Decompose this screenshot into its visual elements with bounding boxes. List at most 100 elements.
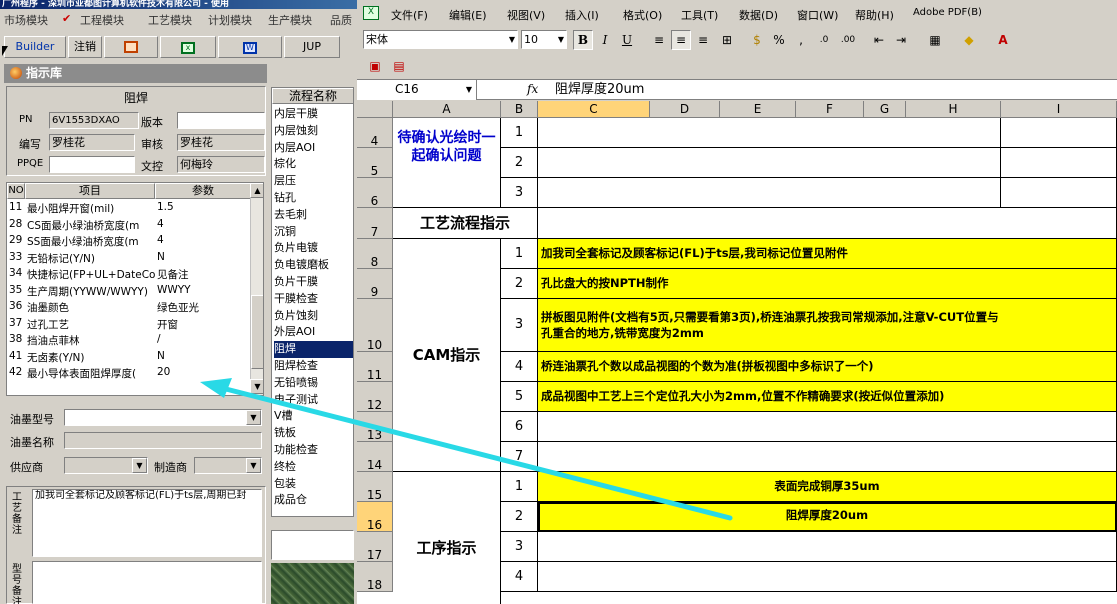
flow-item[interactable]: 负电镀磨板 — [274, 257, 353, 274]
menu-data[interactable]: 数据(D) — [739, 7, 778, 23]
ink-model-select[interactable]: ▼ — [64, 409, 262, 426]
row-header[interactable]: 7 — [357, 208, 393, 239]
flow-item[interactable]: 层压 — [274, 173, 353, 190]
scroll-up-icon[interactable]: ▲ — [250, 183, 263, 198]
cell-c11-cam-item[interactable]: 桥连油票孔个数以成品视图的个数为准(拼板视图中多标识了一个) — [538, 352, 1117, 382]
flow-item[interactable]: 干膜检查 — [274, 291, 353, 308]
flow-item[interactable]: 钻孔 — [274, 190, 353, 207]
excel-app-icon[interactable]: X — [363, 6, 379, 20]
font-name-select[interactable]: 宋体 ▼ — [363, 30, 518, 49]
menu-insert[interactable]: 插入(I) — [565, 7, 599, 23]
menu-process-module[interactable]: 工艺模块 — [148, 12, 192, 28]
version-field[interactable] — [177, 112, 265, 129]
menu-plan-module[interactable]: 计划模块 — [208, 12, 252, 28]
number-cell[interactable]: 4 — [501, 352, 538, 382]
row-header[interactable]: 8 — [357, 239, 393, 269]
ink-name-field[interactable] — [64, 432, 262, 449]
flow-item[interactable]: 阻焊 — [274, 341, 353, 358]
grid-row[interactable]: 28 CS面最小绿油桥宽度(m 4 — [7, 216, 251, 233]
row-header[interactable]: 5 — [357, 148, 393, 178]
cell-c14[interactable] — [538, 442, 1117, 472]
grid-row[interactable]: 34 快捷标记(FP+UL+DateCo 见备注 — [7, 265, 251, 282]
cell-c16-procedure-item-selected[interactable]: 阻焊厚度20um — [538, 502, 1117, 532]
font-color-icon[interactable]: A — [989, 30, 1017, 50]
number-cell[interactable]: 5 — [501, 382, 538, 412]
name-box[interactable]: C16 ▼ — [357, 80, 477, 100]
cell-a4-confirm[interactable]: 待确认光绘时一起确认问题 — [393, 118, 501, 208]
function-icon[interactable]: fx — [527, 82, 538, 96]
pdf-convert-icon[interactable]: ▣ — [365, 56, 385, 76]
grid-row[interactable]: 33 无铅标记(Y/N) N — [7, 249, 251, 266]
align-left-icon[interactable]: ≡ — [649, 30, 669, 50]
number-cell[interactable]: 1 — [501, 118, 538, 148]
comma-icon[interactable]: , — [791, 30, 811, 50]
grid-row[interactable]: 11 最小阻焊开窗(mil) 1.5 — [7, 199, 251, 216]
column-header[interactable]: H — [906, 101, 1001, 118]
menu-quality-module[interactable]: 品质 — [330, 12, 352, 28]
reviewer-field[interactable]: 罗桂花 — [177, 134, 265, 151]
formula-input[interactable]: 阻焊厚度20um — [555, 81, 644, 99]
cell-c17[interactable] — [538, 532, 1117, 562]
cell-c9-cam-item[interactable]: 孔比盘大的按NPTH制作 — [538, 269, 1117, 299]
cell-c18[interactable] — [538, 562, 1117, 592]
row-header[interactable]: 13 — [357, 412, 393, 442]
number-cell[interactable]: 2 — [501, 502, 538, 532]
flow-item[interactable]: 铣板 — [274, 425, 353, 442]
menu-view[interactable]: 视图(V) — [507, 7, 545, 23]
row-header[interactable]: 16 — [357, 502, 393, 532]
ppt-export-button[interactable] — [104, 36, 158, 58]
cell-c13[interactable] — [538, 412, 1117, 442]
cell-c15-procedure-item[interactable]: 表面完成铜厚35um — [538, 472, 1117, 502]
align-right-icon[interactable]: ≡ — [693, 30, 713, 50]
merge-center-icon[interactable]: ⊞ — [717, 30, 737, 50]
grid-scrollbar[interactable]: ▲ ▼ — [250, 183, 263, 395]
cell-i5[interactable] — [1001, 148, 1117, 178]
decrease-indent-icon[interactable]: ⇤ — [869, 30, 889, 50]
pn-field[interactable]: 6V1553DXAO — [49, 112, 139, 129]
number-cell[interactable]: 2 — [501, 148, 538, 178]
flow-item[interactable]: V槽 — [274, 408, 353, 425]
number-cell[interactable]: 7 — [501, 442, 538, 472]
column-header[interactable]: E — [720, 101, 796, 118]
jup-button[interactable]: JUP — [284, 36, 340, 58]
font-size-select[interactable]: 10 ▼ — [521, 30, 567, 49]
row-header[interactable]: 17 — [357, 532, 393, 562]
number-cell[interactable]: 2 — [501, 269, 538, 299]
currency-icon[interactable]: $ — [747, 30, 767, 50]
flow-item[interactable]: 负片电镀 — [274, 240, 353, 257]
column-header[interactable]: G — [864, 101, 906, 118]
bold-button[interactable]: B — [573, 30, 593, 50]
cell-c10-cam-item[interactable]: 拼板图见附件(文档有5页,只需要看第3页),桥连油票孔按我司常规添加,注意V-C… — [538, 299, 1117, 352]
underline-button[interactable]: U — [617, 30, 637, 50]
flow-item[interactable]: 成品仓 — [274, 492, 353, 509]
number-cell[interactable]: 3 — [501, 178, 538, 208]
column-header[interactable]: D — [650, 101, 720, 118]
column-header[interactable]: F — [796, 101, 864, 118]
number-cell[interactable]: 4 — [501, 562, 538, 592]
flow-item[interactable]: 无铅喷锡 — [274, 375, 353, 392]
select-all-corner[interactable] — [357, 101, 393, 118]
row-header[interactable]: 15 — [357, 472, 393, 502]
increase-indent-icon[interactable]: ⇥ — [891, 30, 911, 50]
flow-item[interactable]: 负片干膜 — [274, 274, 353, 291]
flow-item[interactable]: 外层AOI — [274, 324, 353, 341]
grid-row[interactable]: 41 无卤素(Y/N) N — [7, 348, 251, 365]
pdf-mail-icon[interactable]: ▤ — [389, 56, 409, 76]
number-cell[interactable]: 3 — [501, 532, 538, 562]
number-cell[interactable]: 3 — [501, 299, 538, 352]
flow-item[interactable]: 负片蚀刻 — [274, 308, 353, 325]
flow-item[interactable]: 内层蚀刻 — [274, 123, 353, 140]
row-header[interactable]: 4 — [357, 118, 393, 148]
row-header[interactable]: 9 — [357, 269, 393, 299]
number-cell[interactable]: 1 — [501, 472, 538, 502]
menu-adobe-pdf[interactable]: Adobe PDF(B) — [913, 7, 982, 18]
menu-production-module[interactable]: 生产模块 — [268, 12, 312, 28]
cell-c6[interactable] — [538, 178, 1001, 208]
fill-color-icon[interactable]: ◆ — [955, 30, 983, 50]
cell-c12-cam-item[interactable]: 成品视图中工艺上三个定位孔大小为2mm,位置不作精确要求(按近似位置添加) — [538, 382, 1117, 412]
flow-item[interactable]: 包装 — [274, 476, 353, 493]
flow-item[interactable]: 沉铜 — [274, 224, 353, 241]
number-cell[interactable]: 6 — [501, 412, 538, 442]
word-export-button[interactable]: W — [218, 36, 282, 58]
grid-row[interactable]: 29 SS面最小绿油桥宽度(m 4 — [7, 232, 251, 249]
